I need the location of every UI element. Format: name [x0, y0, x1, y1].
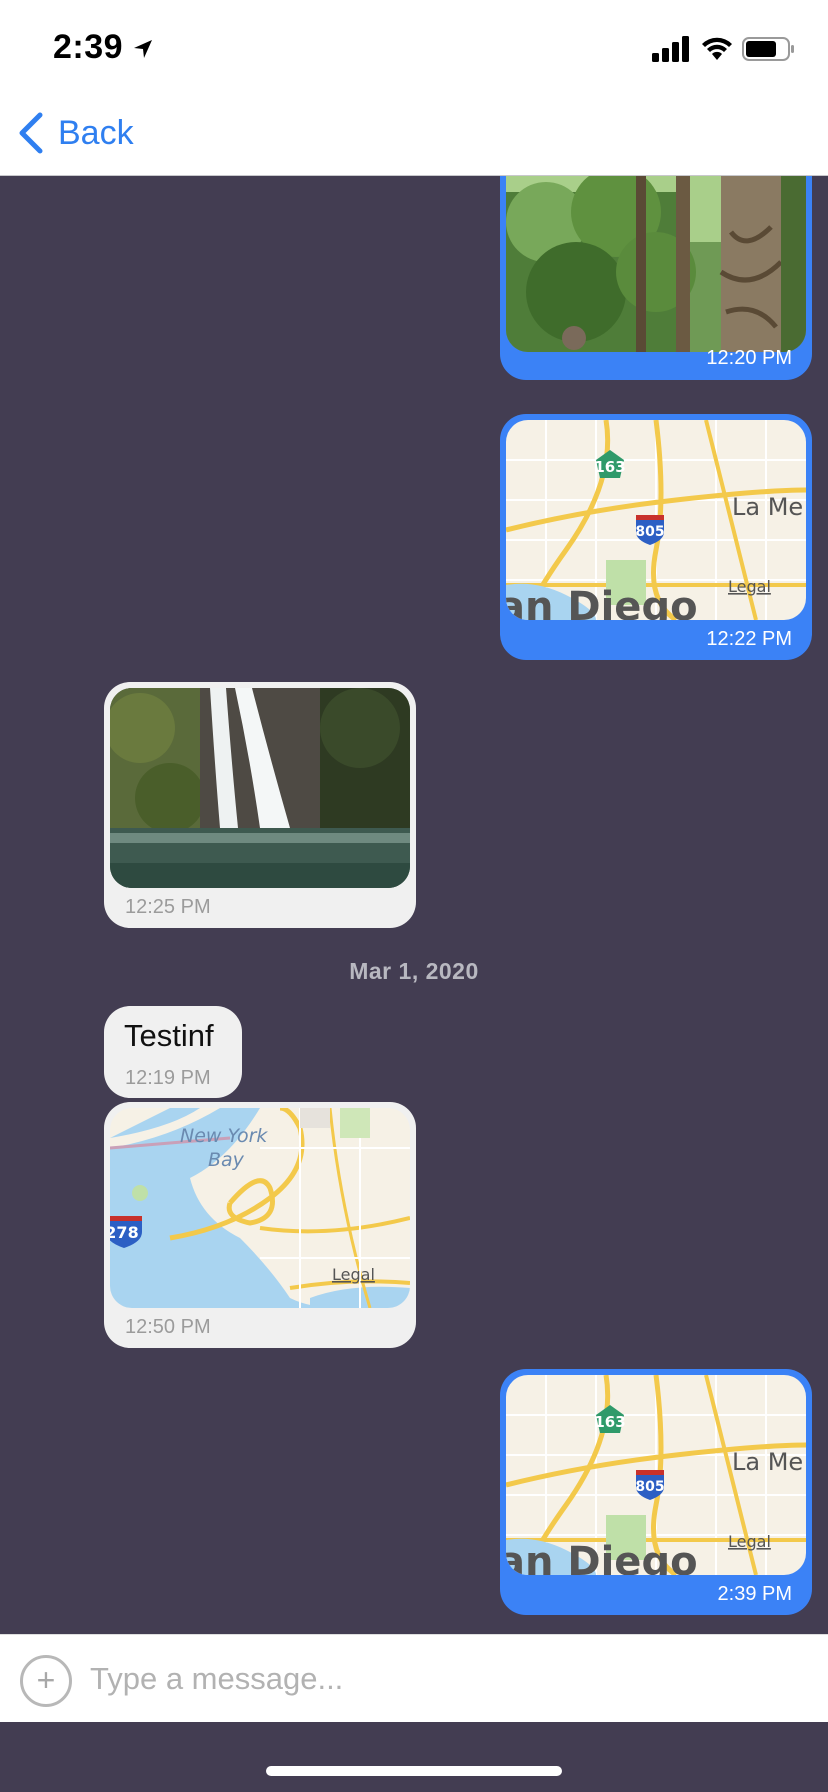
message-bubble-outgoing[interactable]: 12:20 PM: [500, 176, 812, 380]
message-bubble-incoming[interactable]: 12:25 PM: [104, 682, 416, 928]
map-label-san-diego: an Diego: [506, 584, 698, 620]
map-label-new-york: New York: [180, 1125, 268, 1147]
message-timestamp: 12:22 PM: [706, 628, 792, 650]
map-label-san-diego: an Diego: [506, 1539, 698, 1575]
cellular-signal-icon: [652, 36, 689, 62]
message-bubble-outgoing[interactable]: 163 805 La Me Legal an Diego 2:39 PM: [500, 1369, 812, 1615]
add-attachment-button[interactable]: +: [20, 1655, 72, 1707]
message-timestamp: 2:39 PM: [717, 1583, 792, 1605]
map-label-163: 163: [594, 458, 625, 476]
map-preview[interactable]: 163 805 La Me Legal an Diego: [506, 420, 806, 620]
message-timestamp: 12:25 PM: [125, 896, 211, 918]
location-arrow-icon: [134, 40, 152, 58]
home-indicator[interactable]: [266, 1766, 562, 1776]
map-label-278: 278: [110, 1223, 139, 1242]
plus-icon: +: [36, 1662, 56, 1698]
message-text: Testinf: [124, 1018, 214, 1053]
chevron-left-icon: [19, 112, 43, 154]
map-preview[interactable]: New York Bay 278 Legal: [110, 1108, 410, 1308]
message-bubble-outgoing[interactable]: 163 805 La Me Legal an Diego 12:22 PM: [500, 414, 812, 660]
map-preview[interactable]: 163 805 La Me Legal an Diego: [506, 1375, 806, 1575]
map-label-la-mesa: La Me: [732, 493, 803, 521]
message-timestamp: 12:50 PM: [125, 1316, 211, 1338]
date-separator: Mar 1, 2020: [349, 958, 479, 984]
message-bubble-incoming[interactable]: New York Bay 278 Legal 12:50 PM: [104, 1102, 416, 1348]
battery-icon: [742, 37, 794, 61]
message-timestamp: 12:19 PM: [125, 1067, 211, 1089]
map-legal-link[interactable]: Legal: [728, 1532, 771, 1551]
message-input[interactable]: [90, 1649, 790, 1709]
chat-messages: 12:20 PM 163 805 La Me Legal an Diego 12…: [0, 176, 828, 1634]
map-label-805: 805: [635, 1479, 664, 1495]
photo-waterfall[interactable]: [110, 688, 410, 888]
map-legal-link[interactable]: Legal: [332, 1265, 375, 1284]
map-label-805: 805: [635, 524, 664, 540]
message-bubble-incoming[interactable]: Testinf 12:19 PM: [104, 1006, 242, 1098]
photo-forest[interactable]: [506, 176, 806, 352]
back-button[interactable]: Back: [16, 108, 134, 158]
message-timestamp: 12:20 PM: [706, 347, 792, 369]
wifi-icon: [702, 37, 732, 60]
message-composer: +: [0, 1634, 828, 1722]
status-time: 2:39: [53, 28, 124, 66]
map-label-163: 163: [594, 1413, 625, 1431]
status-bar: 2:39: [0, 0, 828, 88]
map-label-bay: Bay: [208, 1149, 245, 1171]
map-label-la-mesa: La Me: [732, 1448, 803, 1476]
back-label: Back: [58, 113, 134, 152]
map-legal-link[interactable]: Legal: [728, 577, 771, 596]
navigation-bar: Back: [0, 88, 828, 176]
